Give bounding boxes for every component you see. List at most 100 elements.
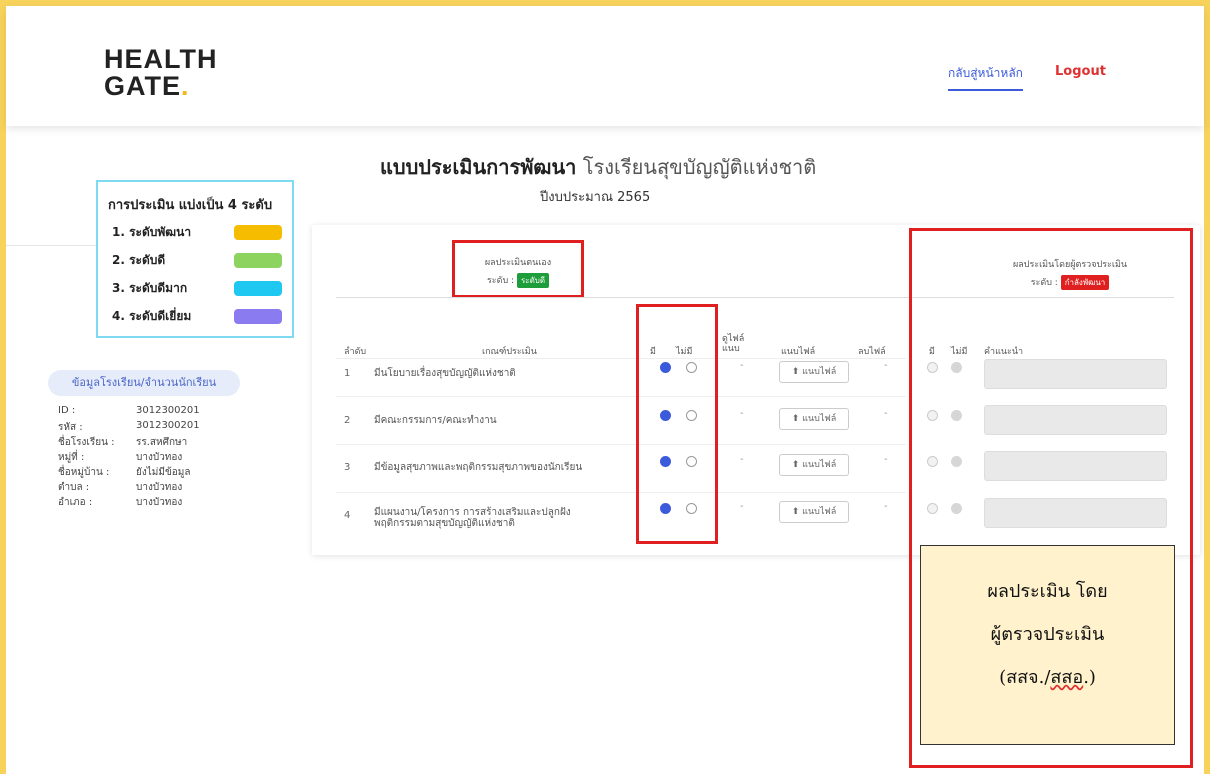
self-eval-title: ผลประเมินตนเอง bbox=[484, 258, 552, 268]
row-number: 4 bbox=[344, 510, 351, 521]
logo[interactable]: HEALTH GATE. bbox=[104, 46, 218, 100]
attach-file-button[interactable]: ⬆ แนบไฟล์ bbox=[779, 501, 849, 523]
legend-item-4: 4. ระดับดีเยี่ยม bbox=[108, 307, 282, 326]
criteria-text: มีแผนงาน/โครงการ การสร้างเสริมและปลูกฝัง… bbox=[374, 507, 571, 529]
legend-label-3: 3. ระดับดีมาก bbox=[112, 281, 188, 295]
logo-line2: GATE bbox=[104, 71, 181, 101]
info-value: 3012300201 bbox=[136, 405, 200, 416]
criteria-text-line2: พฤติกรรมตามสุขบัญญัติแห่งชาติ bbox=[374, 518, 515, 529]
note-line3-post: .) bbox=[1083, 667, 1096, 688]
upload-icon: ⬆ bbox=[791, 414, 800, 424]
self-eval-level-label: ระดับ : bbox=[486, 276, 515, 286]
info-key: ชื่อหมู่บ้าน : bbox=[58, 467, 110, 478]
legend-swatch-2 bbox=[234, 253, 282, 268]
legend-label-2: 2. ระดับดี bbox=[112, 253, 166, 267]
col-header-no: ลำดับ bbox=[344, 347, 367, 357]
col-header-delete: ลบไฟล์ bbox=[858, 347, 886, 357]
row-number: 1 bbox=[344, 368, 351, 379]
legend-item-1: 1. ระดับพัฒนา bbox=[108, 223, 282, 242]
page-title-school: โรงเรียนสุขบัญญัติแห่งชาติ bbox=[582, 155, 817, 179]
info-value: ยังไม่มีข้อมูล bbox=[136, 467, 191, 478]
back-home-link[interactable]: กลับสู่หน้าหลัก bbox=[948, 64, 1023, 91]
self-eval-badge: ระดับดี bbox=[516, 273, 550, 288]
col-header-view-file: ดูไฟล์ แนบ bbox=[722, 334, 744, 354]
col-header-attach: แนบไฟล์ bbox=[781, 347, 816, 357]
page-title-main: แบบประเมินการพัฒนา bbox=[380, 155, 577, 179]
info-value: บางบัวทอง bbox=[136, 497, 183, 505]
delete-file-dash: - bbox=[884, 454, 888, 465]
criteria-text-line1: มีแผนงาน/โครงการ การสร้างเสริมและปลูกฝัง bbox=[374, 507, 571, 518]
view-file-dash: - bbox=[740, 408, 744, 419]
info-row: อำเภอ : บางบัวทอง bbox=[58, 495, 200, 505]
top-header: HEALTH GATE. bbox=[6, 6, 1204, 126]
self-eval-result: ผลประเมินตนเอง ระดับ : ระดับดี bbox=[452, 240, 584, 298]
reviewer-note: ผลประเมิน โดย ผู้ตรวจประเมิน (สสจ./สสอ.) bbox=[920, 545, 1175, 745]
attach-file-label: แนบไฟล์ bbox=[802, 414, 837, 424]
legend-swatch-1 bbox=[234, 225, 282, 240]
criteria-text: มีนโยบายเรื่องสุขบัญญัติแห่งชาติ bbox=[374, 368, 516, 379]
legend-label-1: 1. ระดับพัฒนา bbox=[112, 225, 192, 239]
fiscal-year: ปีงบประมาณ 2565 bbox=[540, 190, 651, 205]
row-divider bbox=[336, 492, 906, 493]
row-number: 2 bbox=[344, 415, 351, 426]
note-line1: ผลประเมิน โดย bbox=[987, 581, 1108, 602]
upload-icon: ⬆ bbox=[791, 507, 800, 517]
delete-file-dash: - bbox=[884, 360, 888, 371]
legend-swatch-4 bbox=[234, 309, 282, 324]
attach-file-button[interactable]: ⬆ แนบไฟล์ bbox=[779, 454, 849, 476]
info-value: รร.สหศึกษา bbox=[136, 437, 188, 448]
logout-link[interactable]: Logout bbox=[1055, 64, 1106, 79]
info-value: บางบัวทอง bbox=[136, 452, 183, 463]
note-line3-pre: (สสจ./ bbox=[999, 667, 1051, 688]
school-info: ID : 3012300201 รหัส : 3012300201 ชื่อโรงเ… bbox=[58, 405, 200, 505]
attach-file-label: แนบไฟล์ bbox=[802, 507, 837, 517]
logo-line1: HEALTH bbox=[104, 44, 218, 74]
info-value: 3012300201 bbox=[136, 420, 200, 431]
attach-file-button[interactable]: ⬆ แนบไฟล์ bbox=[779, 361, 849, 383]
row-divider bbox=[336, 396, 906, 397]
col-header-view-file-1: ดูไฟล์ bbox=[722, 334, 745, 344]
view-file-dash: - bbox=[740, 454, 744, 465]
legend-label-4: 4. ระดับดีเยี่ยม bbox=[112, 309, 192, 323]
attach-file-button[interactable]: ⬆ แนบไฟล์ bbox=[779, 408, 849, 430]
info-key: อำเภอ : bbox=[58, 497, 93, 505]
info-row: ชื่อโรงเรียน : รร.สหศึกษา bbox=[58, 435, 200, 450]
info-key: ID : bbox=[58, 405, 76, 416]
self-eval-level: ระดับ : ระดับดี bbox=[455, 273, 581, 288]
info-key: ตำบล : bbox=[58, 482, 90, 493]
view-file-dash: - bbox=[740, 360, 744, 371]
self-check-highlight bbox=[636, 304, 718, 544]
delete-file-dash: - bbox=[884, 408, 888, 419]
legend-title: การประเมิน แบ่งเป็น 4 ระดับ bbox=[108, 198, 273, 213]
logo-dot: . bbox=[181, 71, 190, 101]
info-row: หมู่ที่ : บางบัวทอง bbox=[58, 450, 200, 465]
criteria-text: มีคณะกรรมการ/คณะทำงาน bbox=[374, 415, 497, 426]
view-file-dash: - bbox=[740, 501, 744, 512]
attach-file-label: แนบไฟล์ bbox=[802, 460, 837, 470]
upload-icon: ⬆ bbox=[791, 460, 800, 470]
info-key: ชื่อโรงเรียน : bbox=[58, 437, 115, 448]
col-header-criteria: เกณฑ์ประเมิน bbox=[482, 347, 537, 357]
page-title: แบบประเมินการพัฒนา โรงเรียนสุขบัญญัติแห่… bbox=[380, 151, 816, 183]
level-legend: การประเมิน แบ่งเป็น 4 ระดับ 1. ระดับพัฒน… bbox=[96, 180, 294, 338]
upload-icon: ⬆ bbox=[791, 367, 800, 377]
info-key: หมู่ที่ : bbox=[58, 452, 85, 463]
info-row: ตำบล : บางบัวทอง bbox=[58, 480, 200, 495]
legend-item-3: 3. ระดับดีมาก bbox=[108, 279, 282, 298]
note-line3-wavy: สสอ bbox=[1050, 667, 1084, 688]
row-divider bbox=[336, 444, 906, 445]
info-row: รหัส : 3012300201 bbox=[58, 420, 200, 435]
note-line2: ผู้ตรวจประเมิน bbox=[990, 624, 1105, 645]
info-value: บางบัวทอง bbox=[136, 482, 183, 493]
row-number: 3 bbox=[344, 462, 351, 473]
attach-file-label: แนบไฟล์ bbox=[802, 367, 837, 377]
row-divider bbox=[336, 358, 906, 359]
col-header-view-file-2: แนบ bbox=[722, 344, 740, 354]
note-line3: (สสจ./สสอ.) bbox=[921, 656, 1174, 699]
info-key: รหัส : bbox=[58, 422, 83, 433]
legend-swatch-3 bbox=[234, 281, 282, 296]
legend-item-2: 2. ระดับดี bbox=[108, 251, 282, 270]
criteria-text: มีข้อมูลสุขภาพและพฤติกรรมสุขภาพของนักเรี… bbox=[374, 462, 583, 473]
school-info-tab[interactable]: ข้อมูลโรงเรียน/จำนวนนักเรียน bbox=[48, 370, 240, 396]
delete-file-dash: - bbox=[884, 501, 888, 512]
